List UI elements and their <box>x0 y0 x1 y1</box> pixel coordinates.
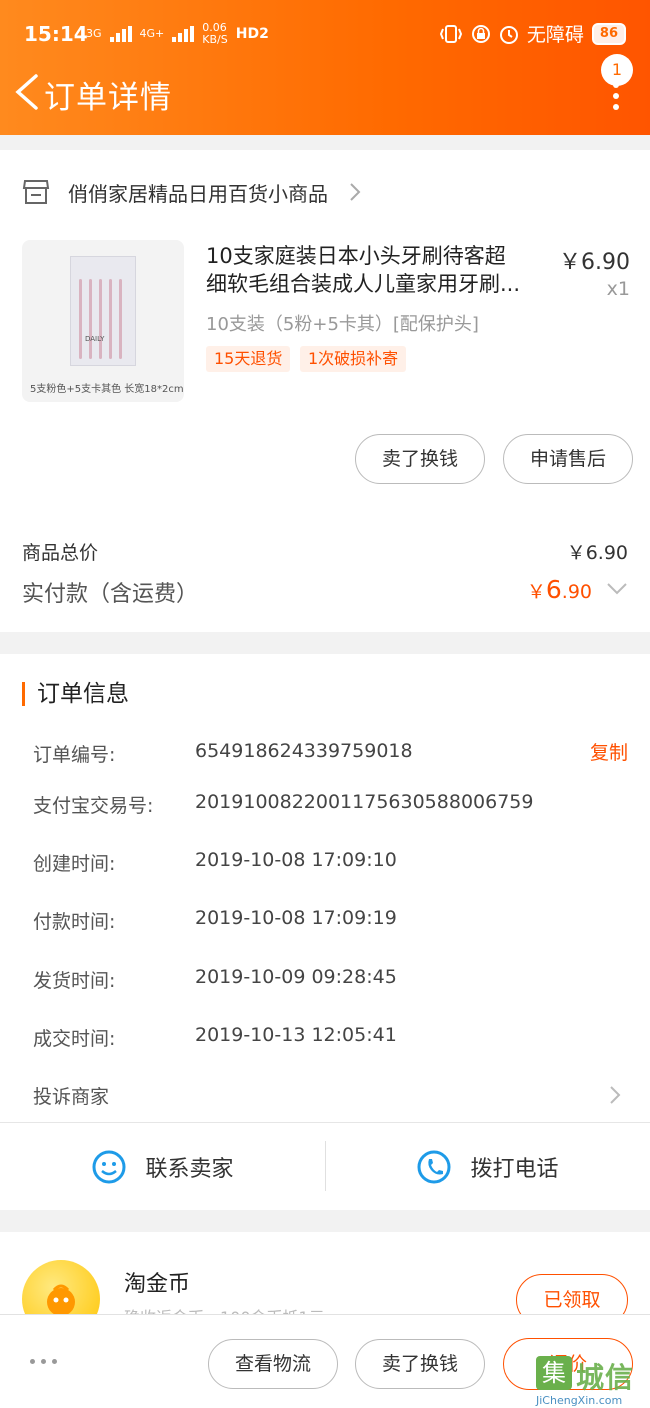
bottom-resell-button[interactable]: 卖了换钱 <box>355 1339 485 1389</box>
product-thumbnail[interactable]: DAILY 5支粉色+5支卡其色 长宽18*2cm <box>22 240 184 402</box>
vibrate-icon <box>439 24 462 43</box>
chat-face-icon <box>92 1150 126 1184</box>
paid-time-value: 2019-10-08 17:09:19 <box>195 907 397 929</box>
paid-label: 实付款（含运费） <box>22 582 199 607</box>
network-3g: 3G <box>86 27 102 40</box>
toothbrush-pack-image: DAILY <box>70 256 136 366</box>
created-time-value: 2019-10-08 17:09:10 <box>195 849 397 871</box>
chevron-right-icon <box>350 183 361 201</box>
coins-claimed-button[interactable]: 已领取 <box>516 1274 628 1314</box>
shipped-time-label: 发货时间: <box>33 970 116 992</box>
order-item-card: 俏俏家居精品日用百货小商品 DAILY 5支粉色+5支卡其色 长宽18*2cm … <box>0 150 650 632</box>
complain-seller-link[interactable]: 投诉商家 <box>33 1082 109 1109</box>
shop-icon <box>22 180 50 204</box>
contact-seller-button[interactable]: 联系卖家 <box>0 1123 325 1211</box>
hd-indicator: HD2 <box>235 26 269 42</box>
damage-tag: 1次破损补寄 <box>300 346 407 372</box>
shipped-time-value: 2019-10-09 09:28:45 <box>195 966 397 988</box>
status-right: 无障碍 86 <box>439 20 626 47</box>
battery-indicator: 86 <box>591 22 626 45</box>
coins-subtitle: 确收返金币，100金币抵1元 <box>124 1304 325 1314</box>
phone-icon <box>417 1150 451 1184</box>
product-quantity: x1 <box>606 278 630 300</box>
product-sku: 10支装（5粉+5卡其）[配保护头] <box>206 314 479 335</box>
chevron-down-icon[interactable] <box>606 582 628 596</box>
thumbnail-caption: 5支粉色+5支卡其色 长宽18*2cm <box>30 384 184 395</box>
paid-amount: ￥6.90 <box>526 575 592 604</box>
order-info-title: 订单信息 <box>22 682 129 706</box>
network-indicators: 3G 4G+ 0.06 KB/S HD2 <box>86 22 269 46</box>
view-logistics-button[interactable]: 查看物流 <box>208 1339 338 1389</box>
coins-card: 淘金币 确收返金币，100金币抵1元 已领取 <box>0 1232 650 1314</box>
alarm-icon <box>499 25 518 44</box>
pack-label: DAILY <box>85 335 105 343</box>
order-number-value: 654918624339759018 <box>195 740 413 762</box>
watermark-text: 城信 <box>576 1361 635 1394</box>
chevron-right-icon[interactable] <box>608 1084 622 1106</box>
status-time: 15:14 <box>24 22 88 46</box>
created-time-label: 创建时间: <box>33 853 116 875</box>
order-number-label: 订单编号: <box>33 744 116 766</box>
goods-total-value: ￥6.90 <box>566 542 628 564</box>
shop-name: 俏俏家居精品日用百货小商品 <box>68 181 328 206</box>
return-tag: 15天退货 <box>206 346 291 372</box>
alipay-trade-label: 支付宝交易号: <box>33 795 154 817</box>
signal-icon-2 <box>172 26 195 42</box>
after-sale-button[interactable]: 申请售后 <box>503 434 633 484</box>
product-title[interactable]: 10支家庭装日本小头牙刷待客超 细软毛组合装成人儿童家用牙刷... <box>206 242 546 298</box>
paid-time-label: 付款时间: <box>33 911 116 933</box>
more-actions-icon[interactable] <box>30 1359 57 1364</box>
accessibility-label: 无障碍 <box>526 24 584 46</box>
site-watermark: 集 城信 JiChengXin.com <box>536 1354 650 1408</box>
signal-icon <box>109 26 132 42</box>
page-title: 订单详情 <box>44 80 172 116</box>
resell-button[interactable]: 卖了换钱 <box>355 434 485 484</box>
more-menu-icon[interactable] <box>610 82 622 110</box>
completed-time-value: 2019-10-13 12:05:41 <box>195 1024 397 1046</box>
contact-seller-label: 联系卖家 <box>145 1157 234 1182</box>
app-header: 15:14 3G 4G+ 0.06 KB/S HD2 无障碍 86 订单详情 1 <box>0 0 650 135</box>
network-4g: 4G+ <box>139 27 165 40</box>
lock-icon <box>471 24 490 43</box>
status-bar: 15:14 3G 4G+ 0.06 KB/S HD2 无障碍 86 <box>0 14 650 54</box>
order-info-card: 订单信息 订单编号: 654918624339759018 复制 支付宝交易号:… <box>0 654 650 1210</box>
alipay-trade-value: 2019100822001175630588006759 <box>195 791 534 813</box>
shop-link[interactable]: 俏俏家居精品日用百货小商品 <box>22 174 362 210</box>
coins-title: 淘金币 <box>124 1272 191 1297</box>
watermark-mark: 集 <box>536 1356 572 1390</box>
completed-time-label: 成交时间: <box>33 1028 116 1050</box>
message-badge[interactable]: 1 <box>601 54 633 86</box>
net-speed: 0.06 KB/S <box>202 21 228 46</box>
goods-total-label: 商品总价 <box>22 542 99 564</box>
copy-button[interactable]: 复制 <box>590 738 628 765</box>
call-phone-label: 拨打电话 <box>470 1157 559 1182</box>
call-phone-button[interactable]: 拨打电话 <box>325 1123 650 1211</box>
contact-bar: 联系卖家 拨打电话 <box>0 1122 650 1210</box>
product-price: ￥6.90 <box>559 250 630 275</box>
watermark-url: JiChengXin.com <box>536 1394 623 1407</box>
taojinbi-coin-icon <box>22 1260 100 1314</box>
